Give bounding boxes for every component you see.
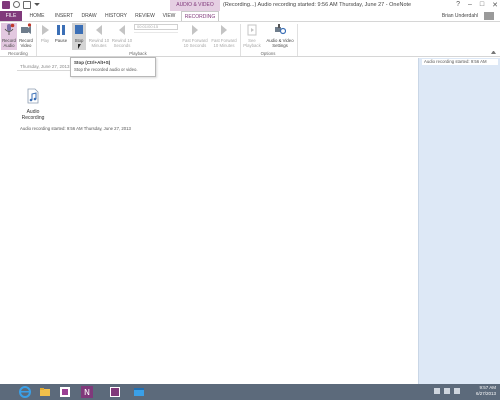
taskbar: N 9:57 AM 6/27/2013 [0,384,500,400]
user-name[interactable]: Brian Underdahl [442,11,478,21]
see-playback-button[interactable]: See Playback [242,23,262,48]
tab-view[interactable]: VIEW [159,11,179,21]
avatar[interactable] [484,12,494,20]
fast-forward-10-minutes-label: Fast Forward 10 Minutes [211,38,237,48]
audio-video-settings-label: Audio & Video Settings [266,38,294,48]
play-label: Play [40,38,50,43]
tab-home[interactable]: HOME [25,11,49,21]
title-bar: AUDIO & VIDEO (Recording...) Audio recor… [0,0,500,11]
record-video-label: Record Video [19,38,33,48]
fast-forward-icon [192,25,198,35]
rewind-10-seconds-button[interactable]: Rewind 10 Seconds [111,23,133,48]
rewind-icon [96,25,102,35]
tab-file[interactable]: FILE [0,11,22,21]
tab-recording[interactable]: RECORDING [181,11,219,21]
playback-progress-track[interactable] [134,32,178,33]
group-label-playback: Playback [129,51,147,56]
page-title-underline [17,70,75,71]
pause-icon [57,25,65,35]
group-label-options: Options [260,51,276,56]
rewind-10-minutes-label: Rewind 10 Minutes [88,38,110,48]
record-audio-button[interactable]: Record Audio [1,23,17,50]
audio-recording-attachment[interactable]: Audio Recording [18,88,48,121]
fast-forward-icon [221,25,227,35]
clock-date: 6/27/2013 [475,391,496,396]
group-separator [297,24,298,56]
internet-explorer-icon[interactable] [18,385,32,399]
audio-file-icon [27,88,39,104]
pause-button[interactable]: Pause [54,23,68,43]
window-title: (Recording...) Audio recording started: … [223,2,412,8]
page-tab-item[interactable]: Audio recording started: 9:56 AM [422,59,498,65]
rewind-icon [119,25,125,35]
page-date: Thursday, June 27, 2013 [20,64,70,69]
stop-icon [75,25,83,34]
playback-seek-bar[interactable]: 00:01/00:15 [134,24,178,30]
av-settings-icon [275,24,286,35]
see-playback-label: See Playback [243,38,261,48]
volume-icon[interactable] [454,388,460,394]
onenote-app-icon[interactable] [108,385,122,399]
fast-forward-10-seconds-button[interactable]: Fast Forward 10 Seconds [181,23,209,48]
action-center-icon[interactable] [434,388,440,394]
audio-video-settings-button[interactable]: Audio & Video Settings [264,23,296,48]
fast-forward-10-minutes-button[interactable]: Fast Forward 10 Minutes [210,23,238,48]
mouse-cursor-icon [78,44,82,49]
ribbon: Record Audio Record Video Play Pause Sto… [0,21,500,57]
record-audio-label: Record Audio [2,38,16,48]
back-icon[interactable] [13,1,20,8]
audio-file-label: Audio Recording [21,109,45,121]
clock[interactable]: 9:57 AM 6/27/2013 [476,385,496,397]
tab-history[interactable]: HISTORY [101,11,131,21]
tab-review[interactable]: REVIEW [132,11,158,21]
note-page[interactable]: Thursday, June 27, 2013 Audio Recording … [0,58,418,384]
record-video-button[interactable]: Record Video [18,23,34,48]
tooltip-title: Stop (Ctrl+Alt+S) [74,60,111,65]
onenote-taskbar-icon[interactable] [58,385,72,399]
play-icon [42,25,49,35]
ribbon-tab-row: FILE HOME INSERT DRAW HISTORY REVIEW VIE… [0,11,500,21]
rewind-10-seconds-label: Rewind 10 Seconds [111,38,133,48]
quick-access-toolbar [2,1,40,9]
stop-label: Stop [74,38,84,43]
tab-insert[interactable]: INSERT [52,11,76,21]
rewind-10-minutes-button[interactable]: Rewind 10 Minutes [88,23,110,48]
see-playback-icon [247,24,257,36]
system-tray [434,388,460,394]
collapse-ribbon-icon[interactable] [491,49,496,54]
play-button[interactable]: Play [38,23,52,43]
svg-text:N: N [84,388,90,397]
stop-tooltip: Stop (Ctrl+Alt+S) Stop the recorded audi… [70,57,156,77]
pause-label: Pause [54,38,68,43]
onenote-active-icon[interactable]: N [80,385,94,399]
tab-draw[interactable]: DRAW [78,11,100,21]
window-controls: ? – □ ✕ [456,1,498,9]
tooltip-description: Stop the recorded audio or video. [74,67,138,72]
context-tab-title: AUDIO & VIDEO [170,0,220,11]
fast-forward-10-seconds-label: Fast Forward 10 Seconds [182,38,208,48]
dock-to-desktop-icon[interactable] [23,1,31,9]
customize-toolbar-icon[interactable] [34,3,40,9]
file-explorer-icon[interactable] [38,385,52,399]
record-audio-icon [4,23,15,35]
page-tabs-pane: Audio recording started: 9:56 AM [418,58,500,384]
window-icon[interactable] [132,385,146,399]
network-icon[interactable] [444,388,450,394]
onenote-app-icon[interactable] [2,1,10,9]
close-button[interactable]: ✕ [492,1,498,9]
recording-timestamp-note: Audio recording started: 9:56 AM Thursda… [20,126,131,131]
group-label-recording: Recording [8,51,28,56]
minimize-button[interactable]: – [468,1,472,9]
maximize-button[interactable]: □ [480,1,484,9]
record-video-icon [21,23,32,34]
help-button[interactable]: ? [456,1,460,9]
